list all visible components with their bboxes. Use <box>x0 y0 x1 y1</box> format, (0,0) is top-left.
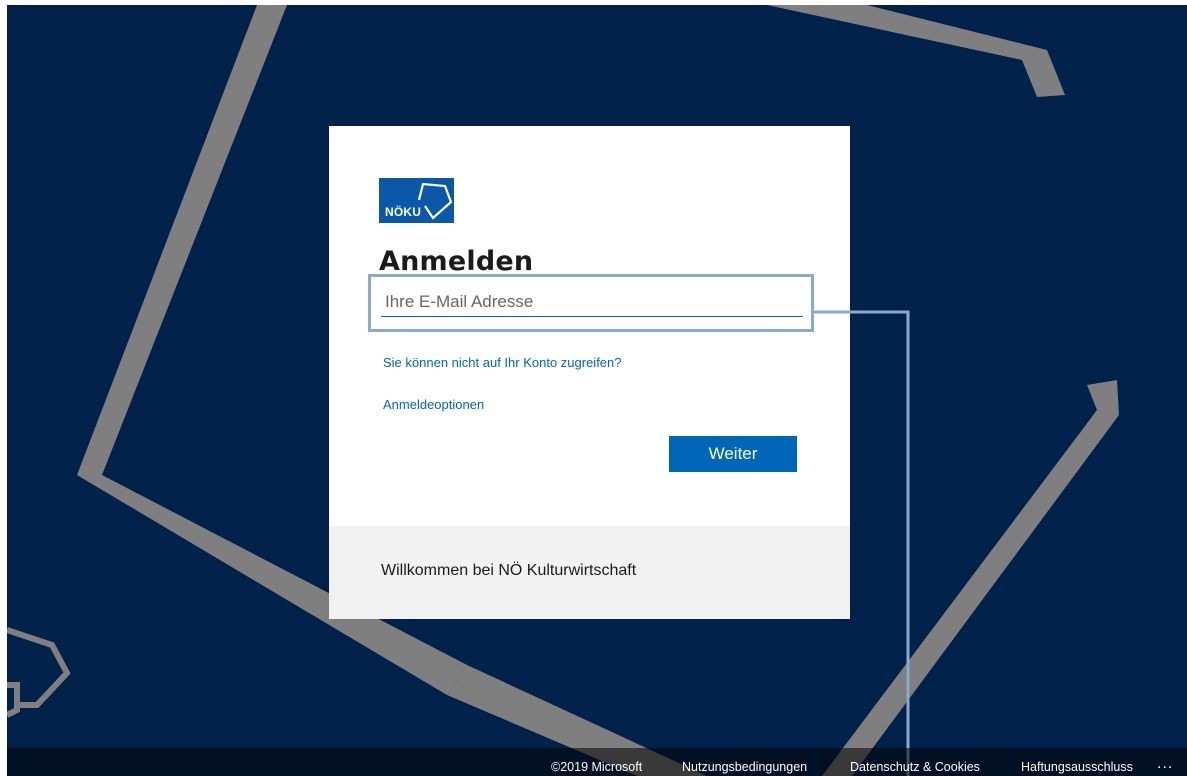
footer-privacy-link[interactable]: Datenschutz & Cookies <box>850 760 980 774</box>
footer-copyright: ©2019 Microsoft <box>551 760 643 774</box>
signin-options-link[interactable]: Anmeldeoptionen <box>383 397 484 412</box>
signin-card: NÖKU Anmelden Sie können nicht auf Ihr K… <box>329 126 850 619</box>
footer-disclaimer-link[interactable]: Haftungsausschluss <box>1021 760 1133 774</box>
footer-terms-link[interactable]: Nutzungsbedingungen <box>682 760 807 774</box>
logo-text: NÖKU <box>385 205 422 219</box>
footer-bar: ©2019 Microsoft Nutzungsbedingungen Date… <box>7 748 1187 776</box>
page-title: Anmelden <box>379 246 534 277</box>
more-icon[interactable]: ... <box>1157 755 1173 773</box>
cannot-access-account-link[interactable]: Sie können nicht auf Ihr Konto zugreifen… <box>383 355 622 370</box>
welcome-text: Willkommen bei NÖ Kulturwirtschaft <box>381 562 637 579</box>
email-field-highlight <box>368 274 814 332</box>
next-button[interactable]: Weiter <box>669 436 797 472</box>
noku-logo-icon: NÖKU <box>379 178 454 223</box>
email-input[interactable] <box>381 287 803 317</box>
welcome-band: Willkommen bei NÖ Kulturwirtschaft <box>329 526 850 619</box>
